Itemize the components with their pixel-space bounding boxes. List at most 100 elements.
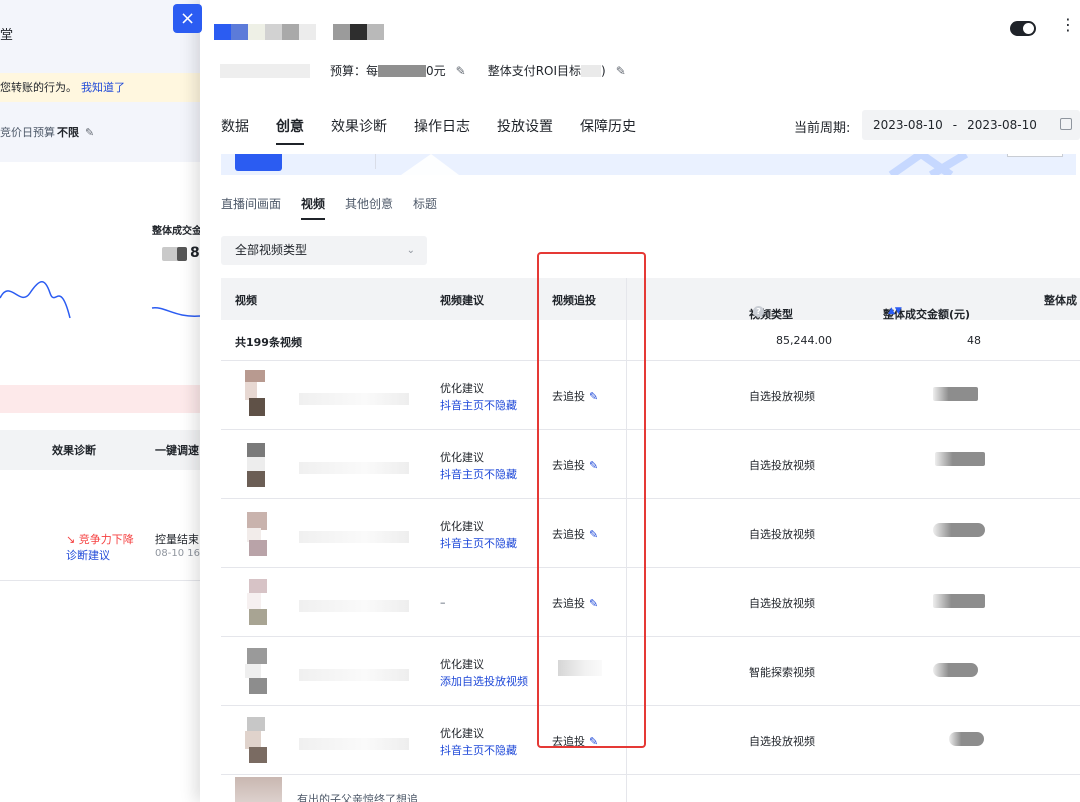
suggestion-link[interactable]: 抖音主页不隐藏 xyxy=(440,466,517,482)
suggestion-link[interactable]: 抖音主页不隐藏 xyxy=(440,535,517,551)
frozen-column-divider xyxy=(626,278,627,802)
pencil-icon: ✎ xyxy=(589,597,599,610)
display-toggle[interactable] xyxy=(1010,21,1036,36)
thumb-patch xyxy=(247,457,265,471)
video-type: 自选投放视频 xyxy=(749,528,815,541)
diagnosis-link[interactable]: 诊断建议 xyxy=(66,547,110,563)
notice-dismiss-link[interactable]: 我知道了 xyxy=(81,81,125,94)
title-block xyxy=(282,24,299,40)
tab-creative[interactable]: 创意 xyxy=(276,116,304,145)
volume-status: 控量结束 xyxy=(155,533,199,546)
competition-drop-status: ↘ 竞争力下降 xyxy=(66,531,134,547)
date-end: 2023-08-10 xyxy=(967,118,1037,132)
table-row: 优化建议 抖音主页不隐藏 去追投 ✎ 自选投放视频 xyxy=(221,361,1080,430)
date-range-picker[interactable]: 2023-08-10-2023-08-10 xyxy=(862,110,1080,140)
video-type: 智能探索视频 xyxy=(749,666,815,679)
video-table: 视频 视频建议 视频追投 视频类型? 整体成交金额(元) ▲▼ 整体成 共199条… xyxy=(221,278,1080,775)
promo-banner xyxy=(221,154,1076,175)
video-thumbnail[interactable] xyxy=(235,508,282,557)
tab-diagnosis[interactable]: 效果诊断 xyxy=(331,116,387,136)
chase-button[interactable]: 去追投 ✎ xyxy=(552,457,598,473)
background-title: 堂 xyxy=(0,28,14,43)
tab-guarantee-history[interactable]: 保障历史 xyxy=(580,116,636,136)
background-col-adjust: 一键调速 xyxy=(155,444,199,457)
gmv-redacted xyxy=(933,594,985,608)
video-name-redacted xyxy=(299,393,409,405)
video-name-redacted xyxy=(299,738,409,750)
bid-daily-budget: 竞价日预算 不限 ✎ xyxy=(0,124,94,140)
tab-delivery-settings[interactable]: 投放设置 xyxy=(497,116,553,136)
video-type: 自选投放视频 xyxy=(749,597,815,610)
sparkline-left xyxy=(0,281,71,319)
thumb-patch xyxy=(245,664,261,678)
video-type: 自选投放视频 xyxy=(749,735,815,748)
video-thumbnail[interactable] xyxy=(235,577,282,626)
chase-button[interactable]: 去追投 ✎ xyxy=(552,388,598,404)
suggestion-title: 优化建议 xyxy=(440,451,484,464)
banner-ghost-button[interactable] xyxy=(1007,154,1063,157)
thumb-patch xyxy=(247,717,265,731)
suggestion-title: 优化建议 xyxy=(440,727,484,740)
chase-button[interactable]: 去追投 ✎ xyxy=(552,595,598,611)
tab-data[interactable]: 数据 xyxy=(221,116,249,136)
down-arrow-icon: ↘ xyxy=(66,533,79,546)
video-name-redacted xyxy=(299,531,409,543)
col-next: 整体成 xyxy=(1044,294,1077,307)
video-type-select[interactable]: 全部视频类型 ⌄ xyxy=(221,236,427,265)
chase-button[interactable]: 去追投 ✎ xyxy=(552,733,598,749)
table-row: 优化建议 抖音主页不隐藏 去追投 ✎ 自选投放视频 xyxy=(221,430,1080,499)
suggestion-title: 优化建议 xyxy=(440,382,484,395)
banner-shape xyxy=(401,154,459,175)
col-video: 视频 xyxy=(235,294,257,307)
edit-budget-icon[interactable]: ✎ xyxy=(456,64,466,78)
thumb-patch xyxy=(249,579,267,593)
background-page: 堂 您转账的行为。 我知道了 竞价日预算 不限 ✎ 整体成交金 8 效果诊断 一键调速… xyxy=(0,0,230,802)
video-name-redacted xyxy=(299,669,409,681)
thumb-patch xyxy=(247,593,261,609)
video-count: 共199条视频 xyxy=(235,336,302,349)
video-name-redacted xyxy=(299,600,409,612)
suggestion-link[interactable]: 添加自选投放视频 xyxy=(440,673,528,689)
help-icon[interactable]: ? xyxy=(753,306,764,317)
table-header: 视频 视频建议 视频追投 视频类型? 整体成交金额(元) ▲▼ 整体成 xyxy=(221,278,1080,321)
tab-operation-log[interactable]: 操作日志 xyxy=(414,116,470,136)
suggestion-link[interactable]: 抖音主页不隐藏 xyxy=(440,742,517,758)
metric-label: 整体成交金 xyxy=(152,226,202,237)
divider xyxy=(0,580,230,581)
budget-label: 预算：每 xyxy=(330,64,379,78)
subtab-title[interactable]: 标题 xyxy=(413,195,437,212)
gmv-redacted xyxy=(933,523,985,537)
title-block xyxy=(350,24,367,40)
background-col-diagnosis: 效果诊断 xyxy=(52,444,96,457)
video-type-value: 全部视频类型 xyxy=(235,243,308,257)
pencil-icon: ✎ xyxy=(589,735,599,748)
thumb-patch xyxy=(249,747,267,763)
video-thumbnail[interactable] xyxy=(235,646,282,695)
subtab-video[interactable]: 视频 xyxy=(301,195,326,220)
date-separator: - xyxy=(952,118,958,132)
title-block xyxy=(333,24,350,40)
chase-button[interactable]: 去追投 ✎ xyxy=(552,526,598,542)
drawer-title-redacted xyxy=(214,24,316,40)
subtab-live-room[interactable]: 直播间画面 xyxy=(221,195,281,212)
video-thumbnail[interactable] xyxy=(235,715,282,764)
close-drawer-button[interactable]: × xyxy=(173,4,202,33)
video-thumbnail[interactable] xyxy=(235,777,282,802)
suggestion-link[interactable]: 抖音主页不隐藏 xyxy=(440,397,517,413)
pencil-icon[interactable]: ✎ xyxy=(85,126,94,139)
col-suggestion: 视频建议 xyxy=(440,294,484,307)
drawer-title-redacted-2 xyxy=(333,24,384,40)
table-row: – 去追投 ✎ 自选投放视频 xyxy=(221,568,1080,637)
chase-label: 去追投 xyxy=(552,390,585,403)
notice-bar: 您转账的行为。 我知道了 xyxy=(0,73,230,102)
sort-icon[interactable]: ▲▼ xyxy=(888,306,902,316)
subtab-other-creative[interactable]: 其他创意 xyxy=(345,195,393,212)
more-menu-icon[interactable]: ⋮ xyxy=(1060,17,1076,33)
budget-value: 不限 xyxy=(57,126,79,139)
budget-label: 竞价日预算 xyxy=(0,126,55,139)
video-thumbnail[interactable] xyxy=(235,370,282,419)
edit-roi-icon[interactable]: ✎ xyxy=(616,64,626,78)
chase-redacted xyxy=(558,660,602,676)
close-icon: × xyxy=(179,8,196,29)
video-thumbnail[interactable] xyxy=(235,439,282,488)
